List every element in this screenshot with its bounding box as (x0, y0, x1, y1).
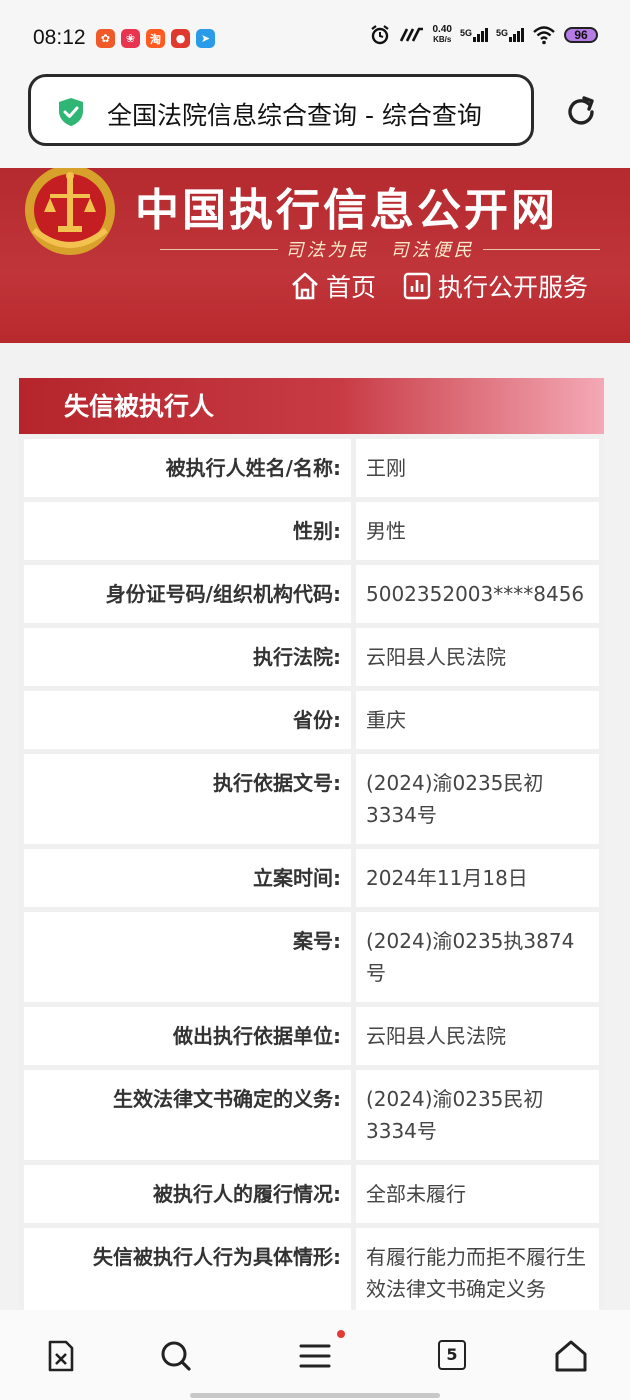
field-label: 被执行人的履行情况: (24, 1165, 351, 1223)
info-row: 身份证号码/组织机构代码: 5002352003****8456 (24, 565, 599, 623)
battery-indicator: 96 (564, 27, 598, 43)
wifi-icon (533, 26, 555, 45)
info-row: 生效法律文书确定的义务: (2024)渝0235民初3334号 (24, 1070, 599, 1160)
clock: 08:12 (33, 26, 86, 49)
field-label: 身份证号码/组织机构代码: (24, 565, 351, 623)
card-title: 失信被执行人 (19, 378, 604, 436)
info-row: 性别: 男性 (24, 502, 599, 560)
field-label: 案号: (24, 912, 351, 1002)
site-header-banner: 中国执行信息公开网 司法为民 司法便民 首页 执行公开服务 (0, 168, 630, 343)
app-notification-icon: ✿ (96, 29, 115, 48)
dishonest-debtor-card: 失信被执行人 被执行人姓名/名称: 王刚 性别: 男性 身份证号码/组织机构代码: 500… (19, 378, 604, 1386)
field-label: 被执行人姓名/名称: (24, 439, 351, 497)
status-bar: 08:12 ✿ ❀ 淘 ● ➤ 0.40 KB/s 5G 5G 96 (0, 0, 630, 76)
chart-icon (403, 272, 431, 300)
menu-icon[interactable] (297, 1338, 333, 1374)
nav-service-link[interactable]: 执行公开服务 (402, 268, 588, 304)
field-label: 省份: (24, 691, 351, 749)
gesture-home-bar (190, 1393, 440, 1398)
home-icon (292, 272, 318, 300)
signal-strength-2: 5G (496, 28, 524, 42)
search-icon[interactable] (158, 1338, 194, 1374)
browser-bottom-toolbar: 5 (0, 1310, 630, 1400)
hd-voice-icon (399, 27, 423, 42)
app-notification-icon: ● (171, 29, 190, 48)
info-row: 立案时间: 2024年11月18日 (24, 849, 599, 907)
field-value: 2024年11月18日 (356, 849, 599, 907)
network-speed: 0.40 KB/s (432, 24, 452, 45)
system-indicators: 0.40 KB/s 5G 5G 96 (369, 24, 598, 46)
notification-dot (337, 1330, 345, 1338)
field-value: 男性 (356, 502, 599, 560)
field-value: (2024)渝0235执3874号 (356, 912, 599, 1002)
field-label: 执行法院: (24, 628, 351, 686)
field-label: 执行依据文号: (24, 754, 351, 844)
reload-icon[interactable] (563, 94, 599, 130)
info-row: 案号: (2024)渝0235执3874号 (24, 912, 599, 1002)
signal-strength-1: 5G (460, 28, 488, 42)
field-label: 生效法律文书确定的义务: (24, 1070, 351, 1160)
telegram-icon: ➤ (196, 29, 215, 48)
field-value: 全部未履行 (356, 1165, 599, 1223)
site-slogan: 司法为民 司法便民 (160, 236, 600, 262)
info-row: 被执行人姓名/名称: 王刚 (24, 439, 599, 497)
home-icon[interactable] (553, 1338, 589, 1374)
field-value: 云阳县人民法院 (356, 1007, 599, 1065)
field-value: (2024)渝0235民初3334号 (356, 1070, 599, 1160)
field-label: 做出执行依据单位: (24, 1007, 351, 1065)
field-value: (2024)渝0235民初3334号 (356, 754, 599, 844)
info-row: 执行法院: 云阳县人民法院 (24, 628, 599, 686)
field-value: 重庆 (356, 691, 599, 749)
secure-shield-icon (59, 98, 83, 126)
field-label: 失信被执行人行为具体情形: (24, 1228, 351, 1318)
site-title: 中国执行信息公开网 (135, 185, 558, 236)
url-title: 全国法院信息综合查询 - 综合查询 (107, 101, 482, 130)
notification-icons: ✿ ❀ 淘 ● ➤ (96, 29, 215, 48)
close-page-icon[interactable] (42, 1338, 78, 1374)
app-notification-icon: ❀ (121, 29, 140, 48)
info-row: 执行依据文号: (2024)渝0235民初3334号 (24, 754, 599, 844)
tabs-button[interactable]: 5 (438, 1340, 466, 1370)
field-value: 云阳县人民法院 (356, 628, 599, 686)
url-field[interactable]: 全国法院信息综合查询 - 综合查询 (28, 74, 534, 146)
alarm-icon (370, 25, 389, 45)
taobao-icon: 淘 (146, 29, 165, 48)
nav-home-link[interactable]: 首页 (290, 268, 376, 304)
browser-address-bar: 全国法院信息综合查询 - 综合查询 (0, 74, 630, 168)
field-value: 王刚 (356, 439, 599, 497)
field-label: 立案时间: (24, 849, 351, 907)
court-emblem-logo (25, 168, 115, 255)
field-value: 有履行能力而拒不履行生效法律文书确定义务 (356, 1228, 599, 1318)
info-row: 失信被执行人行为具体情形: 有履行能力而拒不履行生效法律文书确定义务 (24, 1228, 599, 1318)
field-label: 性别: (24, 502, 351, 560)
info-row: 被执行人的履行情况: 全部未履行 (24, 1165, 599, 1223)
debtor-info-table: 被执行人姓名/名称: 王刚 性别: 男性 身份证号码/组织机构代码: 5002352003… (19, 434, 604, 1386)
info-row: 省份: 重庆 (24, 691, 599, 749)
info-row: 做出执行依据单位: 云阳县人民法院 (24, 1007, 599, 1065)
field-value: 5002352003****8456 (356, 565, 599, 623)
